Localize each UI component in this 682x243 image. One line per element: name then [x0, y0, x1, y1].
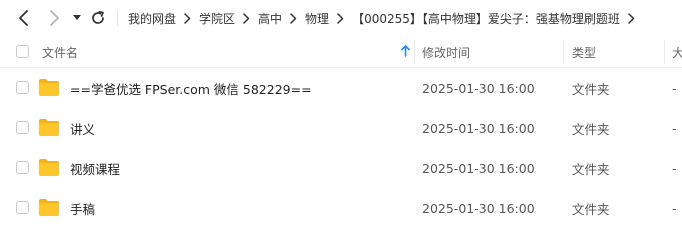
breadcrumb-item-physics[interactable]: 物理: [305, 10, 329, 27]
back-button[interactable]: [14, 8, 34, 28]
forward-icon: [50, 10, 59, 26]
column-divider[interactable]: [664, 40, 665, 64]
column-header-modified-label: 修改时间: [422, 45, 471, 60]
chevron-right-icon: [628, 12, 635, 24]
table-row[interactable]: 视频课程 2025-01-30 16:00 文件夹 -: [0, 148, 682, 188]
table-row[interactable]: 讲义 2025-01-30 16:00 文件夹 -: [0, 108, 682, 148]
table-row[interactable]: ==学爸优选 FPSer.com 微信 582229== 2025-01-30 …: [0, 68, 682, 108]
folder-icon: [39, 159, 59, 176]
chevron-right-icon: [184, 12, 191, 24]
file-size: -: [672, 200, 677, 216]
column-header-type[interactable]: 类型: [572, 36, 662, 68]
folder-icon: [39, 199, 59, 216]
file-size: -: [672, 80, 677, 96]
modified-time: 2025-01-30 16:00: [422, 80, 535, 96]
column-header-modified[interactable]: 修改时间: [422, 36, 562, 68]
file-size: -: [672, 120, 677, 136]
breadcrumb-item-current-folder[interactable]: 【000255】【高中物理】爱尖子：强基物理刷题班: [352, 10, 620, 27]
file-size: -: [672, 160, 677, 176]
column-header-type-label: 类型: [572, 45, 597, 60]
file-list-header: 文件名 修改时间 类型 大: [0, 36, 682, 68]
breadcrumb-item-my-drive[interactable]: 我的网盘: [128, 10, 176, 27]
file-name: 讲义: [70, 121, 96, 137]
folder-icon: [39, 79, 59, 96]
modified-time: 2025-01-30 16:00: [422, 160, 535, 176]
file-type: 文件夹: [572, 121, 610, 137]
refresh-button[interactable]: [88, 8, 108, 28]
column-header-size[interactable]: 大: [672, 36, 682, 68]
history-dropdown-button[interactable]: [70, 8, 84, 28]
column-divider[interactable]: [414, 40, 415, 64]
row-checkbox[interactable]: [16, 201, 29, 214]
chevron-right-icon: [243, 12, 250, 24]
toolbar-divider: [117, 10, 118, 26]
column-header-name-label: 文件名: [42, 45, 79, 60]
breadcrumb-item-high-school[interactable]: 高中: [258, 10, 282, 27]
navigation-toolbar: 我的网盘 学院区 高中 物理 【000255】【高中物理】爱尖子：强基物理刷题班: [0, 0, 682, 36]
row-checkbox[interactable]: [16, 161, 29, 174]
file-type: 文件夹: [572, 201, 610, 217]
file-name: ==学爸优选 FPSer.com 微信 582229==: [70, 81, 312, 97]
file-type: 文件夹: [572, 161, 610, 177]
chevron-right-icon: [290, 12, 297, 24]
back-icon: [19, 10, 28, 26]
folder-icon: [39, 119, 59, 136]
breadcrumb-item-academy[interactable]: 学院区: [199, 10, 235, 27]
column-header-name[interactable]: 文件名: [42, 36, 414, 68]
table-row[interactable]: 手稿 2025-01-30 16:00 文件夹 -: [0, 188, 682, 228]
forward-button[interactable]: [44, 8, 64, 28]
column-divider[interactable]: [563, 40, 564, 64]
row-checkbox[interactable]: [16, 121, 29, 134]
file-name: 手稿: [70, 201, 96, 217]
refresh-icon: [92, 11, 104, 24]
row-checkbox[interactable]: [16, 81, 29, 94]
modified-time: 2025-01-30 16:00: [422, 200, 535, 216]
file-type: 文件夹: [572, 81, 610, 97]
column-header-size-label: 大: [672, 45, 682, 60]
dropdown-icon: [73, 15, 81, 20]
file-name: 视频课程: [70, 161, 121, 177]
chevron-right-icon: [337, 12, 344, 24]
sort-up-arrow-icon: [401, 45, 410, 60]
breadcrumb: 我的网盘 学院区 高中 物理 【000255】【高中物理】爱尖子：强基物理刷题班: [128, 0, 643, 36]
select-all-checkbox[interactable]: [16, 45, 29, 58]
modified-time: 2025-01-30 16:00: [422, 120, 535, 136]
